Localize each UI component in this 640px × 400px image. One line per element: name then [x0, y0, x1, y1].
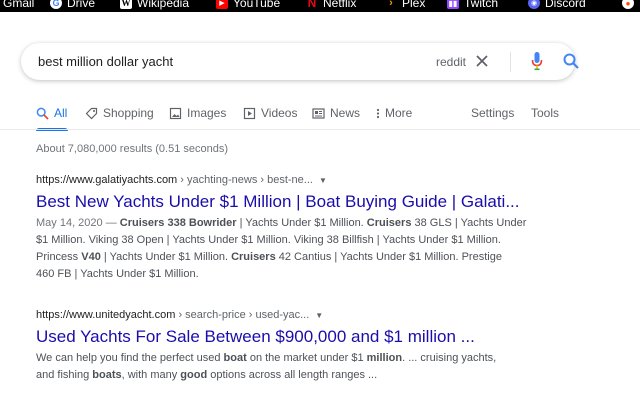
snippet-text: | Yachts Under $1 Million.: [236, 217, 367, 229]
bookmark-label: Discord: [545, 0, 586, 10]
snippet-text: $1 Million. Viking 38 Open | Yachts Unde…: [36, 234, 501, 246]
snippet-highlight: boats: [92, 369, 122, 381]
play-icon: [243, 107, 256, 119]
bookmark-label: YouTube: [233, 0, 281, 10]
snippet-line: May 14, 2020 — Cruisers 338 Bowrider | Y…: [36, 217, 527, 229]
tab-label: Images: [187, 106, 227, 120]
tab-news[interactable]: News: [312, 104, 360, 122]
bookmark-label: Gmail: [3, 0, 35, 10]
snippet-text: We can help you find the perfect used: [36, 352, 224, 364]
bookmark-drive[interactable]: G Drive: [50, 0, 95, 10]
close-icon[interactable]: [473, 52, 491, 70]
result-url-path: › search-price › used-yac...: [175, 309, 310, 321]
result-url[interactable]: https://www.unitedyacht.com › search-pri…: [36, 309, 323, 321]
result-url-base: https://www.unitedyacht.com: [36, 309, 176, 321]
tab-label: Settings: [471, 106, 515, 120]
tab-label: All: [54, 106, 68, 120]
bookmark-netflix[interactable]: N Netflix: [306, 0, 356, 10]
google-icon: G: [50, 0, 62, 9]
search-box[interactable]: best million dollar yacht reddit: [21, 43, 579, 80]
tab-settings[interactable]: Settings: [471, 104, 514, 122]
snippet-text: | Yachts Under $1 Million.: [100, 251, 232, 263]
snippet-line: Princess V40 | Yachts Under $1 Million. …: [36, 249, 536, 266]
tab-tools[interactable]: Tools: [531, 104, 559, 122]
snippet-text: and fishing: [36, 369, 93, 381]
wikipedia-icon: W: [120, 0, 132, 9]
reddit-icon: ●: [622, 0, 634, 9]
snippet-text: options across all length ranges ...: [207, 369, 378, 381]
twitch-icon: ▮▮: [447, 0, 459, 9]
search-input[interactable]: best million dollar yacht: [38, 54, 173, 69]
result-url-path: › yachting-news › best-ne...: [177, 174, 313, 186]
snippet-text: , with many: [121, 369, 181, 381]
snippet-line: and fishing boats, with many good option…: [36, 367, 536, 384]
newspaper-icon: [312, 107, 325, 119]
result-title[interactable]: Best New Yachts Under $1 Million | Boat …: [36, 192, 520, 212]
tab-label: Tools: [531, 106, 560, 120]
discord-icon: ◉: [528, 0, 540, 9]
snippet-highlight: good: [180, 369, 208, 381]
tabs-divider: [0, 129, 640, 130]
bookmark-wikipedia[interactable]: W Wikipedia: [120, 0, 189, 10]
result-url-base: https://www.galatiyachts.com: [36, 174, 178, 186]
snippet-text: Princess: [36, 251, 82, 263]
bookmark-label: Plex: [402, 0, 426, 10]
bookmark-label: Drive: [67, 0, 96, 10]
snippet-highlight: Cruisers: [231, 251, 276, 263]
snippet-text: Cruisers 338 Bowrider | Yachts Under $1 …: [120, 217, 527, 229]
tab-all[interactable]: All: [36, 104, 67, 122]
search-icon: [36, 107, 49, 120]
result-snippet: May 14, 2020 — Cruisers 338 Bowrider | Y…: [36, 215, 536, 283]
search-tabs: All Shopping Images Videos News More Set…: [0, 104, 640, 131]
bookmark-twitch[interactable]: ▮▮ Twitch: [447, 0, 498, 10]
snippet-text: on the market under $1: [246, 352, 367, 364]
bookmark-reddit[interactable]: ●: [622, 0, 634, 10]
tab-label: Videos: [261, 106, 298, 120]
netflix-icon: N: [306, 0, 318, 10]
search-suggestion-chip[interactable]: reddit: [436, 55, 466, 69]
bookmark-plex[interactable]: › Plex: [385, 0, 425, 10]
result-url[interactable]: https://www.galatiyachts.com › yachting-…: [36, 174, 327, 186]
snippet-text: 42 Cantius | Yachts Under $1 Million. Pr…: [275, 251, 502, 263]
tab-label: More: [385, 106, 413, 120]
more-vert-icon: [376, 108, 380, 118]
snippet-highlight: V40: [81, 251, 101, 263]
snippet-line: We can help you find the perfect used bo…: [36, 350, 536, 367]
microphone-icon[interactable]: [531, 51, 543, 71]
plex-icon: ›: [385, 0, 397, 9]
result-title[interactable]: Used Yachts For Sale Between $900,000 an…: [36, 327, 475, 347]
snippet-highlight: million: [366, 352, 403, 364]
tab-label: News: [330, 106, 361, 120]
tag-icon: [85, 107, 98, 119]
snippet-highlight: boat: [223, 352, 247, 364]
youtube-icon: ▶: [216, 0, 228, 9]
caret-down-icon[interactable]: ▼: [319, 176, 327, 185]
snippet-line: $1 Million. Viking 38 Open | Yachts Unde…: [36, 232, 536, 249]
snippet-text: 38 GLS | Yachts Under: [411, 217, 527, 229]
bookmark-gmail[interactable]: M Gmail: [0, 0, 34, 10]
tab-label: Shopping: [103, 106, 154, 120]
bookmark-youtube[interactable]: ▶ YouTube: [216, 0, 280, 10]
tab-shopping[interactable]: Shopping: [85, 104, 154, 122]
bookmarks-bar: M Gmail G Drive W Wikipedia ▶ YouTube N …: [0, 0, 640, 12]
bookmark-discord[interactable]: ◉ Discord: [528, 0, 586, 10]
bookmark-label: Twitch: [464, 0, 499, 10]
result-date: May 14, 2020: [36, 217, 103, 229]
search-divider: [510, 52, 511, 72]
result-stats: About 7,080,000 results (0.51 seconds): [36, 143, 229, 155]
tab-images[interactable]: Images: [169, 104, 226, 122]
caret-down-icon[interactable]: ▼: [315, 311, 323, 320]
bookmark-label: Netflix: [323, 0, 357, 10]
result-snippet: We can help you find the perfect used bo…: [36, 350, 536, 384]
search-icon[interactable]: [562, 52, 580, 70]
snippet-text: . ... cruising yachts,: [402, 352, 497, 364]
snippet-highlight: Cruisers: [366, 217, 412, 229]
snippet-highlight: Cruisers 338 Bowrider: [119, 217, 237, 229]
bookmark-label: Wikipedia: [137, 0, 190, 10]
snippet-line: 460 FB | Yachts Under $1 Million.: [36, 266, 536, 283]
image-icon: [169, 107, 182, 119]
tab-more[interactable]: More: [376, 104, 412, 122]
snippet-text: 460 FB | Yachts Under $1 Million.: [36, 268, 199, 280]
tab-videos[interactable]: Videos: [243, 104, 297, 122]
